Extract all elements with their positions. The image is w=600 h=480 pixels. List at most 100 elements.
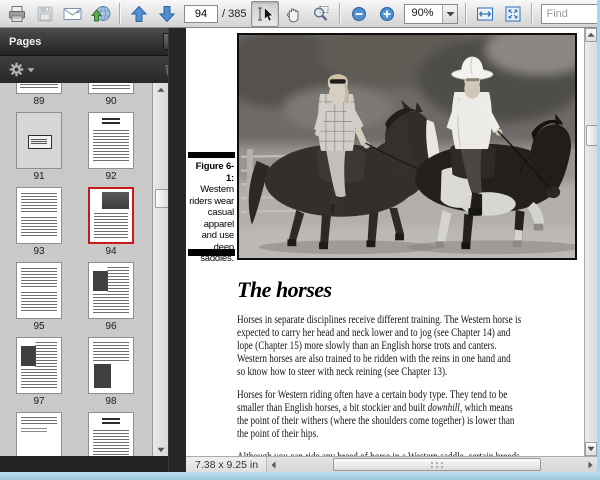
save-button[interactable] <box>31 1 59 27</box>
page-thumbnail[interactable] <box>3 412 75 456</box>
page-thumbnail-label: 90 <box>105 96 117 107</box>
scroll-left-button[interactable] <box>267 458 280 471</box>
zoom-marquee-icon <box>314 5 329 21</box>
page-thumbnail-label: 93 <box>33 246 45 257</box>
zoom-marquee-button[interactable] <box>307 1 335 27</box>
envelope-icon <box>63 7 82 20</box>
panel-splitter[interactable] <box>168 28 186 472</box>
page-thumbnail-image-current[interactable] <box>88 187 134 244</box>
panel-title: Pages <box>9 35 42 48</box>
page-thumbnail-image[interactable] <box>88 337 134 394</box>
page-thumbnail[interactable]: 93 <box>3 187 75 262</box>
page-thumbnail-image[interactable] <box>88 412 134 456</box>
scroll-right-button[interactable] <box>584 458 597 471</box>
scroll-down-button[interactable] <box>154 443 168 456</box>
horizontal-scroll-thumb[interactable] <box>333 458 542 471</box>
email-button[interactable] <box>59 1 87 27</box>
page-thumbnail-image[interactable] <box>88 262 134 319</box>
scroll-down-button[interactable] <box>585 442 597 456</box>
fit-width-icon <box>477 7 494 20</box>
previous-page-button[interactable] <box>125 1 153 27</box>
grip-dots-icon <box>431 461 444 468</box>
scroll-up-button[interactable] <box>585 28 597 42</box>
window-border-bottom <box>0 472 600 480</box>
page-thumbnail-label: 89 <box>33 96 45 107</box>
main-toolbar: / 385 90% <box>0 0 600 28</box>
pages-panel-header: Pages <box>0 28 186 56</box>
fit-page-icon <box>505 6 521 21</box>
page-thumbnail[interactable]: 94 <box>75 187 147 262</box>
page-thumbnail-image[interactable] <box>16 337 62 394</box>
page-thumbnail[interactable] <box>75 412 147 456</box>
select-tool-button[interactable] <box>251 0 280 27</box>
toolbar-separator <box>531 3 534 24</box>
zoom-in-button[interactable] <box>373 1 401 27</box>
zoom-out-button[interactable] <box>345 1 373 27</box>
page-thumbnail[interactable]: 98 <box>75 337 147 412</box>
select-tool-icon <box>258 6 274 21</box>
down-arrow-icon <box>158 5 176 22</box>
page-thumbnail-image[interactable] <box>16 112 62 169</box>
page-dimensions-label: 7.38 x 9.25 in <box>195 458 259 471</box>
fit-width-button[interactable] <box>471 1 499 27</box>
italic-term: downhill, <box>427 400 463 414</box>
toolbar-separator <box>465 3 468 24</box>
page-thumbnail-label: 91 <box>33 171 45 182</box>
page-thumbnail-image[interactable] <box>16 83 62 94</box>
figure-photo <box>237 33 577 260</box>
page-thumbnail-label: 92 <box>105 171 117 182</box>
page-thumbnail-label: 94 <box>105 246 117 257</box>
upload-button[interactable] <box>87 1 115 27</box>
sidebar-scrollbar[interactable] <box>152 83 169 456</box>
fit-page-button[interactable] <box>499 1 527 27</box>
page-number-input[interactable] <box>184 4 218 23</box>
page-thumbnail[interactable]: 89 <box>3 83 75 112</box>
page-thumbnail-image[interactable] <box>16 412 62 456</box>
page-total-label: / 385 <box>222 7 247 20</box>
chevron-down-icon[interactable] <box>442 4 458 23</box>
page-thumbnail-label: 96 <box>105 321 117 332</box>
caption-label: Figure 6-1: <box>195 161 235 184</box>
caption-rule-top <box>188 152 235 158</box>
triangle-down-icon <box>157 447 165 452</box>
next-page-button[interactable] <box>153 1 181 27</box>
print-button[interactable] <box>3 1 31 27</box>
page-thumbnail[interactable]: 95 <box>3 262 75 337</box>
save-icon <box>37 6 53 21</box>
zoom-out-icon <box>352 6 367 21</box>
page-thumbnail-image[interactable] <box>16 187 62 244</box>
page-thumbnail[interactable]: 91 <box>3 112 75 187</box>
zoom-level-select[interactable]: 90% <box>404 3 459 24</box>
section-heading: The horses <box>237 277 332 302</box>
hand-tool-button[interactable] <box>279 1 307 27</box>
options-gear-button[interactable] <box>8 61 35 78</box>
caption-rule-bottom <box>188 249 235 256</box>
page-thumbnail[interactable]: 90 <box>75 83 147 112</box>
page-thumbnail-label: 97 <box>33 396 45 407</box>
horizontal-scrollbar[interactable] <box>266 457 597 472</box>
up-arrow-icon <box>130 5 148 22</box>
sidebar-scroll-thumb[interactable] <box>155 189 169 208</box>
document-page: Figure 6-1: Western riders wear casual a… <box>186 28 584 456</box>
zoom-level-value: 90% <box>411 6 434 19</box>
triangle-down-icon <box>587 446 595 452</box>
figure-caption: Figure 6-1: Western riders wear casual a… <box>188 152 235 283</box>
page-thumbnail-image[interactable] <box>88 83 134 94</box>
page-thumbnail[interactable]: 97 <box>3 337 75 412</box>
find-input[interactable] <box>542 4 600 23</box>
triangle-up-icon <box>587 32 595 37</box>
page-thumbnail-image[interactable] <box>16 262 62 319</box>
page-thumbnail-image[interactable] <box>88 112 134 169</box>
page-thumbnail[interactable]: 92 <box>75 112 147 187</box>
page-thumbnail[interactable]: 96 <box>75 262 147 337</box>
triangle-left-icon <box>271 461 276 468</box>
vertical-scrollbar[interactable] <box>584 28 598 456</box>
zoom-in-icon <box>380 6 395 21</box>
printer-icon <box>9 5 25 22</box>
page-thumbnail-label: 98 <box>105 396 117 407</box>
scroll-up-button[interactable] <box>154 83 168 96</box>
hand-tool-icon <box>287 7 299 22</box>
body-text-line: so know how to steer with neck reining (… <box>237 364 448 378</box>
thumbnails-list: 89 90 91 92 93 94 95 96 97 98 <box>0 83 152 456</box>
thumbnail-grid: 89 90 91 92 93 94 95 96 97 98 <box>0 83 152 456</box>
